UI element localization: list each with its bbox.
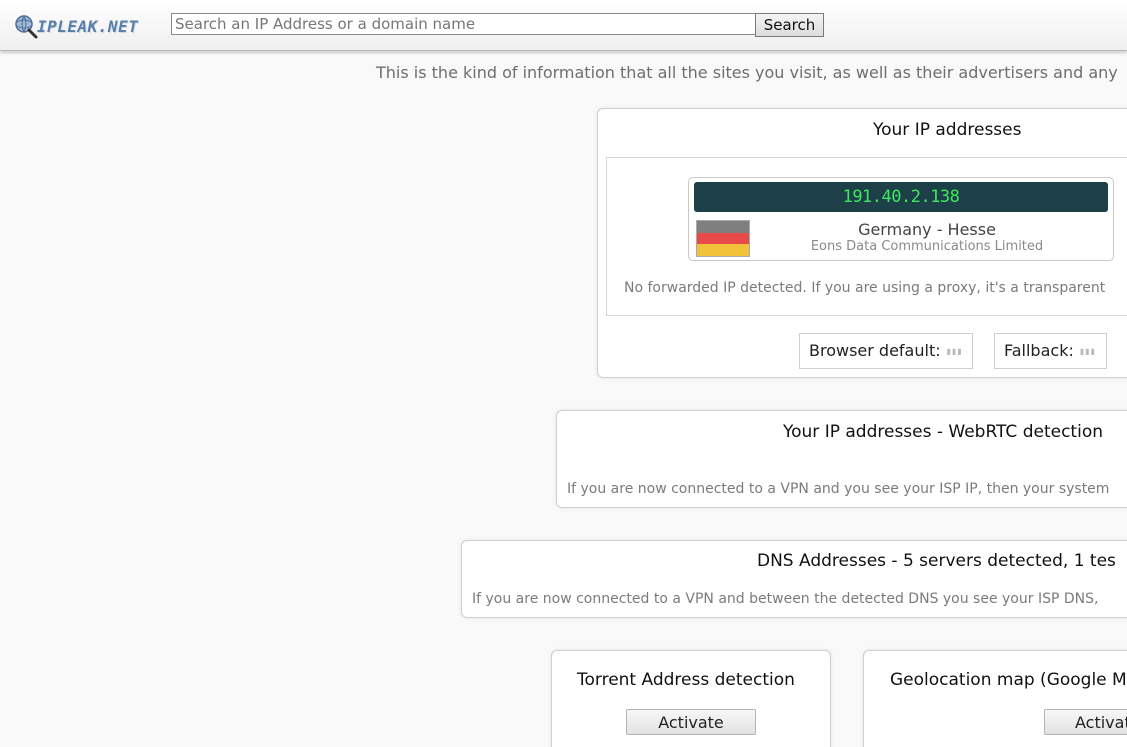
ip-panel-title: Your IP addresses — [873, 120, 1022, 140]
geolocation-panel: Geolocation map (Google M Activat — [863, 650, 1127, 747]
webrtc-note: If you are now connected to a VPN and yo… — [567, 481, 1110, 497]
browser-default-box: Browser default: ▮▮▮ — [799, 333, 973, 369]
browser-default-label: Browser default: — [809, 341, 941, 360]
geolocation-activate-button[interactable]: Activat — [1044, 709, 1127, 735]
search-input[interactable] — [171, 13, 757, 35]
forwarded-ip-note: No forwarded IP detected. If you are usi… — [624, 280, 1106, 296]
ip-card: 191.40.2.138 Germany - Hesse Eons Data C… — [688, 177, 1114, 261]
flag-stripe-top — [697, 221, 749, 233]
torrent-panel: Torrent Address detection Activate — [551, 650, 831, 747]
search-button[interactable]: Search — [755, 13, 824, 37]
webrtc-panel: Your IP addresses - WebRTC detection If … — [556, 410, 1127, 508]
dns-note: If you are now connected to a VPN and be… — [472, 591, 1099, 607]
ip-address-display[interactable]: 191.40.2.138 — [694, 182, 1108, 212]
dns-panel: DNS Addresses - 5 servers detected, 1 te… — [461, 540, 1127, 618]
flag-stripe-middle — [697, 232, 749, 245]
ip-addresses-panel: Your IP addresses 191.40.2.138 Germany -… — [597, 108, 1127, 378]
globe-magnifier-icon — [15, 15, 38, 39]
geolocation-panel-title: Geolocation map (Google M — [890, 670, 1127, 690]
logo-text: IPLEAK.NET — [37, 17, 139, 36]
loading-dots-icon: ▮▮▮ — [1079, 346, 1097, 356]
ip-isp: Eons Data Communications Limited — [810, 239, 1044, 254]
top-header: IPLEAK.NET Search — [0, 0, 1127, 51]
ip-country: Germany - Hesse — [858, 220, 996, 239]
intro-text: This is the kind of information that all… — [376, 63, 1118, 82]
torrent-panel-title: Torrent Address detection — [577, 670, 795, 690]
flag-stripe-bottom — [697, 244, 749, 256]
torrent-activate-button[interactable]: Activate — [626, 709, 756, 735]
fallback-label: Fallback: — [1004, 341, 1074, 360]
ip-detail-box: 191.40.2.138 Germany - Hesse Eons Data C… — [606, 157, 1127, 316]
webrtc-panel-title: Your IP addresses - WebRTC detection — [783, 422, 1103, 442]
germany-flag-icon — [696, 220, 750, 257]
loading-dots-icon: ▮▮▮ — [946, 346, 963, 356]
dns-panel-title: DNS Addresses - 5 servers detected, 1 te… — [757, 551, 1116, 571]
site-logo[interactable]: IPLEAK.NET — [13, 12, 153, 42]
fallback-box: Fallback: ▮▮▮ — [994, 333, 1107, 369]
